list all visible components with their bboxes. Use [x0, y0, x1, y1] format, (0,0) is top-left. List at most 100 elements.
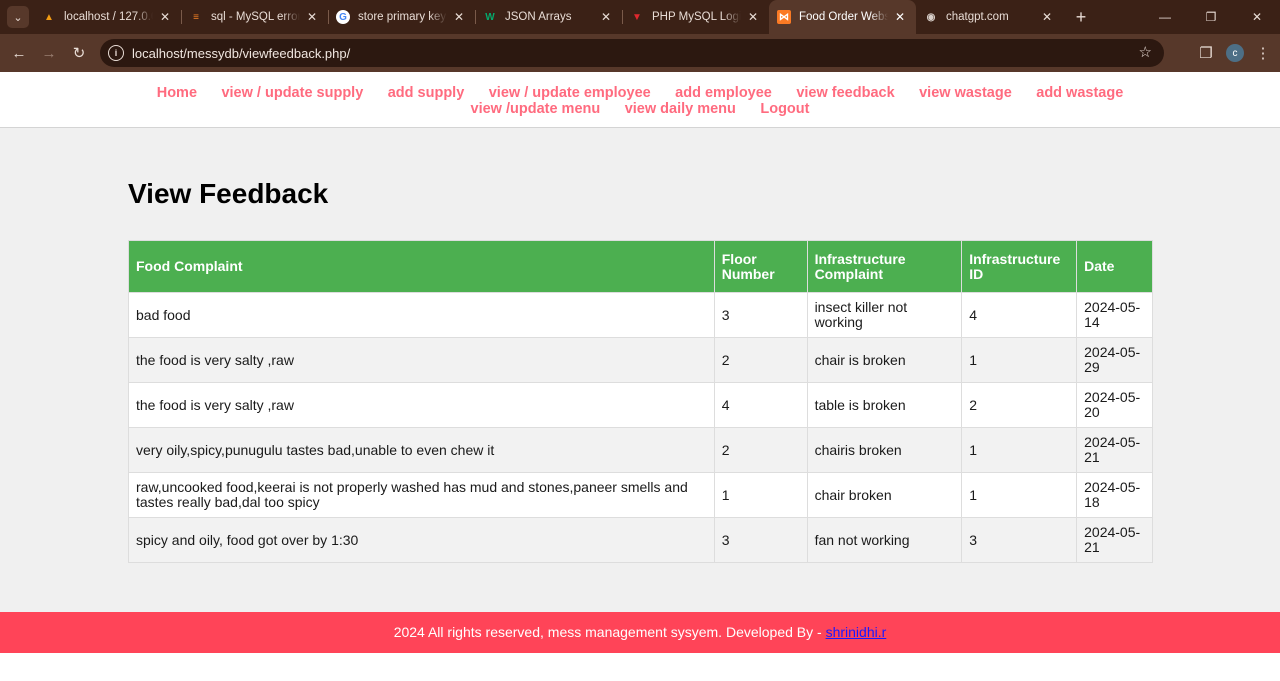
close-tab-icon[interactable]: ✕ [157, 10, 173, 24]
tab-search-button[interactable]: ⌄ [7, 6, 29, 28]
table-row: the food is very salty ,raw 4 table is b… [128, 382, 1153, 428]
nav-home[interactable]: Home [157, 85, 197, 101]
column-header: Infrastructure ID [961, 240, 1078, 293]
column-header: Food Complaint [128, 240, 715, 293]
date-cell: 2024-05-20 [1076, 382, 1153, 428]
page-viewport: Home view / update supply add supply vie… [0, 72, 1280, 681]
minimize-icon[interactable]: — [1142, 0, 1188, 34]
profile-avatar[interactable]: c [1226, 44, 1244, 62]
close-tab-icon[interactable]: ✕ [598, 10, 614, 24]
restore-icon[interactable]: ❐ [1188, 0, 1234, 34]
page-title: View Feedback [128, 178, 329, 209]
url-text[interactable]: localhost/messydb/viewfeedback.php/ [132, 46, 350, 61]
browser-tab[interactable]: ▼ PHP MySQL Login Sy ✕ [622, 0, 769, 34]
bookmark-star-icon[interactable]: ☆ [1139, 43, 1152, 61]
nav-view-daily-menu[interactable]: view daily menu [625, 101, 736, 117]
floor-number-cell: 3 [713, 517, 808, 563]
infrastructure-complaint-cell: table is broken [806, 382, 963, 428]
table-row: very oily,spicy,punugulu tastes bad,unab… [128, 427, 1153, 473]
stackoverflow-icon: ≡ [193, 11, 199, 23]
close-tab-icon[interactable]: ✕ [745, 10, 761, 24]
infrastructure-complaint-cell: insect killer not working [806, 292, 963, 338]
infrastructure-complaint-cell: chair broken [806, 472, 963, 518]
close-tab-icon[interactable]: ✕ [304, 10, 320, 24]
floor-number-cell: 3 [713, 292, 808, 338]
site-footer: 2024 All rights reserved, mess managemen… [0, 612, 1280, 653]
nav-view-update-menu[interactable]: view /update menu [471, 101, 601, 117]
infrastructure-id-cell: 2 [961, 382, 1078, 428]
infrastructure-id-cell: 1 [961, 472, 1078, 518]
nav-add-supply[interactable]: add supply [388, 85, 465, 101]
window-controls: — ❐ ✕ [1142, 0, 1280, 34]
infrastructure-complaint-cell: fan not working [806, 517, 963, 563]
nav-add-employee[interactable]: add employee [675, 85, 772, 101]
main-content: View Feedback Food Complaint Floor Numbe… [0, 128, 1280, 563]
date-cell: 2024-05-18 [1076, 472, 1153, 518]
browser-tab[interactable]: ◉ chatgpt.com ✕ [916, 0, 1063, 34]
close-tab-icon[interactable]: ✕ [892, 10, 908, 24]
browser-tab-strip: ⌄ ▲ localhost / 127.0.0.1 ✕ ≡ sql - MySQ… [0, 0, 1280, 34]
nav-view-wastage[interactable]: view wastage [919, 85, 1012, 101]
developer-link[interactable]: shrinidhi.r [826, 624, 887, 640]
floor-number-cell: 2 [713, 427, 808, 473]
nav-add-wastage[interactable]: add wastage [1036, 85, 1123, 101]
more-menu-icon[interactable]: ⋮ [1252, 44, 1274, 62]
toolbar-right: ❐ c ⋮ [1190, 34, 1280, 72]
food-complaint-cell: spicy and oily, food got over by 1:30 [128, 517, 715, 563]
footer-text: 2024 All rights reserved, mess managemen… [393, 624, 826, 640]
xampp-icon: ⋈ [777, 10, 791, 24]
browser-toolbar: ← → ↻ i localhost/messydb/viewfeedback.p… [0, 34, 1280, 72]
infrastructure-id-cell: 3 [961, 517, 1078, 563]
nav-view-update-supply[interactable]: view / update supply [221, 85, 363, 101]
extensions-icon[interactable]: ❐ [1190, 44, 1222, 62]
browser-tab-active[interactable]: ⋈ Food Order Website ✕ [769, 0, 916, 34]
food-complaint-cell: very oily,spicy,punugulu tastes bad,unab… [128, 427, 715, 473]
site-info-icon[interactable]: i [108, 45, 124, 61]
browser-tab[interactable]: W JSON Arrays ✕ [475, 0, 622, 34]
column-header: Date [1076, 240, 1153, 293]
floor-number-cell: 4 [713, 382, 808, 428]
back-arrow-icon[interactable]: ← [4, 45, 34, 62]
infrastructure-complaint-cell: chairis broken [806, 427, 963, 473]
date-cell: 2024-05-21 [1076, 427, 1153, 473]
site-header: Home view / update supply add supply vie… [0, 72, 1280, 128]
nav-view-feedback[interactable]: view feedback [796, 85, 894, 101]
table-row: bad food 3 insect killer not working 4 2… [128, 292, 1153, 338]
infrastructure-id-cell: 1 [961, 337, 1078, 383]
date-cell: 2024-05-21 [1076, 517, 1153, 563]
date-cell: 2024-05-14 [1076, 292, 1153, 338]
main-nav: Home view / update supply add supply vie… [125, 85, 1155, 117]
new-tab-icon[interactable]: + [1071, 7, 1091, 28]
globe-icon: ◉ [926, 11, 936, 23]
close-tab-icon[interactable]: ✕ [1039, 10, 1055, 24]
reload-icon[interactable]: ↻ [64, 44, 94, 62]
nav-logout[interactable]: Logout [760, 101, 809, 117]
floor-number-cell: 1 [713, 472, 808, 518]
nav-view-update-employee[interactable]: view / update employee [489, 85, 651, 101]
browser-tab[interactable]: ≡ sql - MySQL error: ke ✕ [181, 0, 328, 34]
infrastructure-complaint-cell: chair is broken [806, 337, 963, 383]
browser-tab[interactable]: G store primary key in ✕ [328, 0, 475, 34]
close-window-icon[interactable]: ✕ [1234, 0, 1280, 34]
chevron-down-icon: ⌄ [13, 11, 23, 24]
column-header: Infrastructure Complaint [806, 240, 963, 293]
close-tab-icon[interactable]: ✕ [451, 10, 467, 24]
table-header-row: Food Complaint Floor Number Infrastructu… [128, 240, 1153, 293]
table-row: raw,uncooked food,keerai is not properly… [128, 472, 1153, 518]
address-bar[interactable]: i localhost/messydb/viewfeedback.php/ ☆ [100, 39, 1164, 67]
phpmyadmin-icon: ▲ [44, 11, 54, 23]
infrastructure-id-cell: 4 [961, 292, 1078, 338]
food-complaint-cell: the food is very salty ,raw [128, 382, 715, 428]
w3schools-icon: W [485, 11, 495, 23]
browser-tab[interactable]: ▲ localhost / 127.0.0.1 ✕ [34, 0, 181, 34]
floor-number-cell: 2 [713, 337, 808, 383]
column-header: Floor Number [713, 240, 808, 293]
table-row: spicy and oily, food got over by 1:30 3 … [128, 517, 1153, 563]
feedback-table: Food Complaint Floor Number Infrastructu… [128, 240, 1153, 563]
date-cell: 2024-05-29 [1076, 337, 1153, 383]
forward-arrow-icon[interactable]: → [34, 45, 64, 62]
google-icon: G [336, 10, 350, 24]
page-bottom [0, 653, 1280, 681]
food-complaint-cell: bad food [128, 292, 715, 338]
food-complaint-cell: raw,uncooked food,keerai is not properly… [128, 472, 715, 518]
